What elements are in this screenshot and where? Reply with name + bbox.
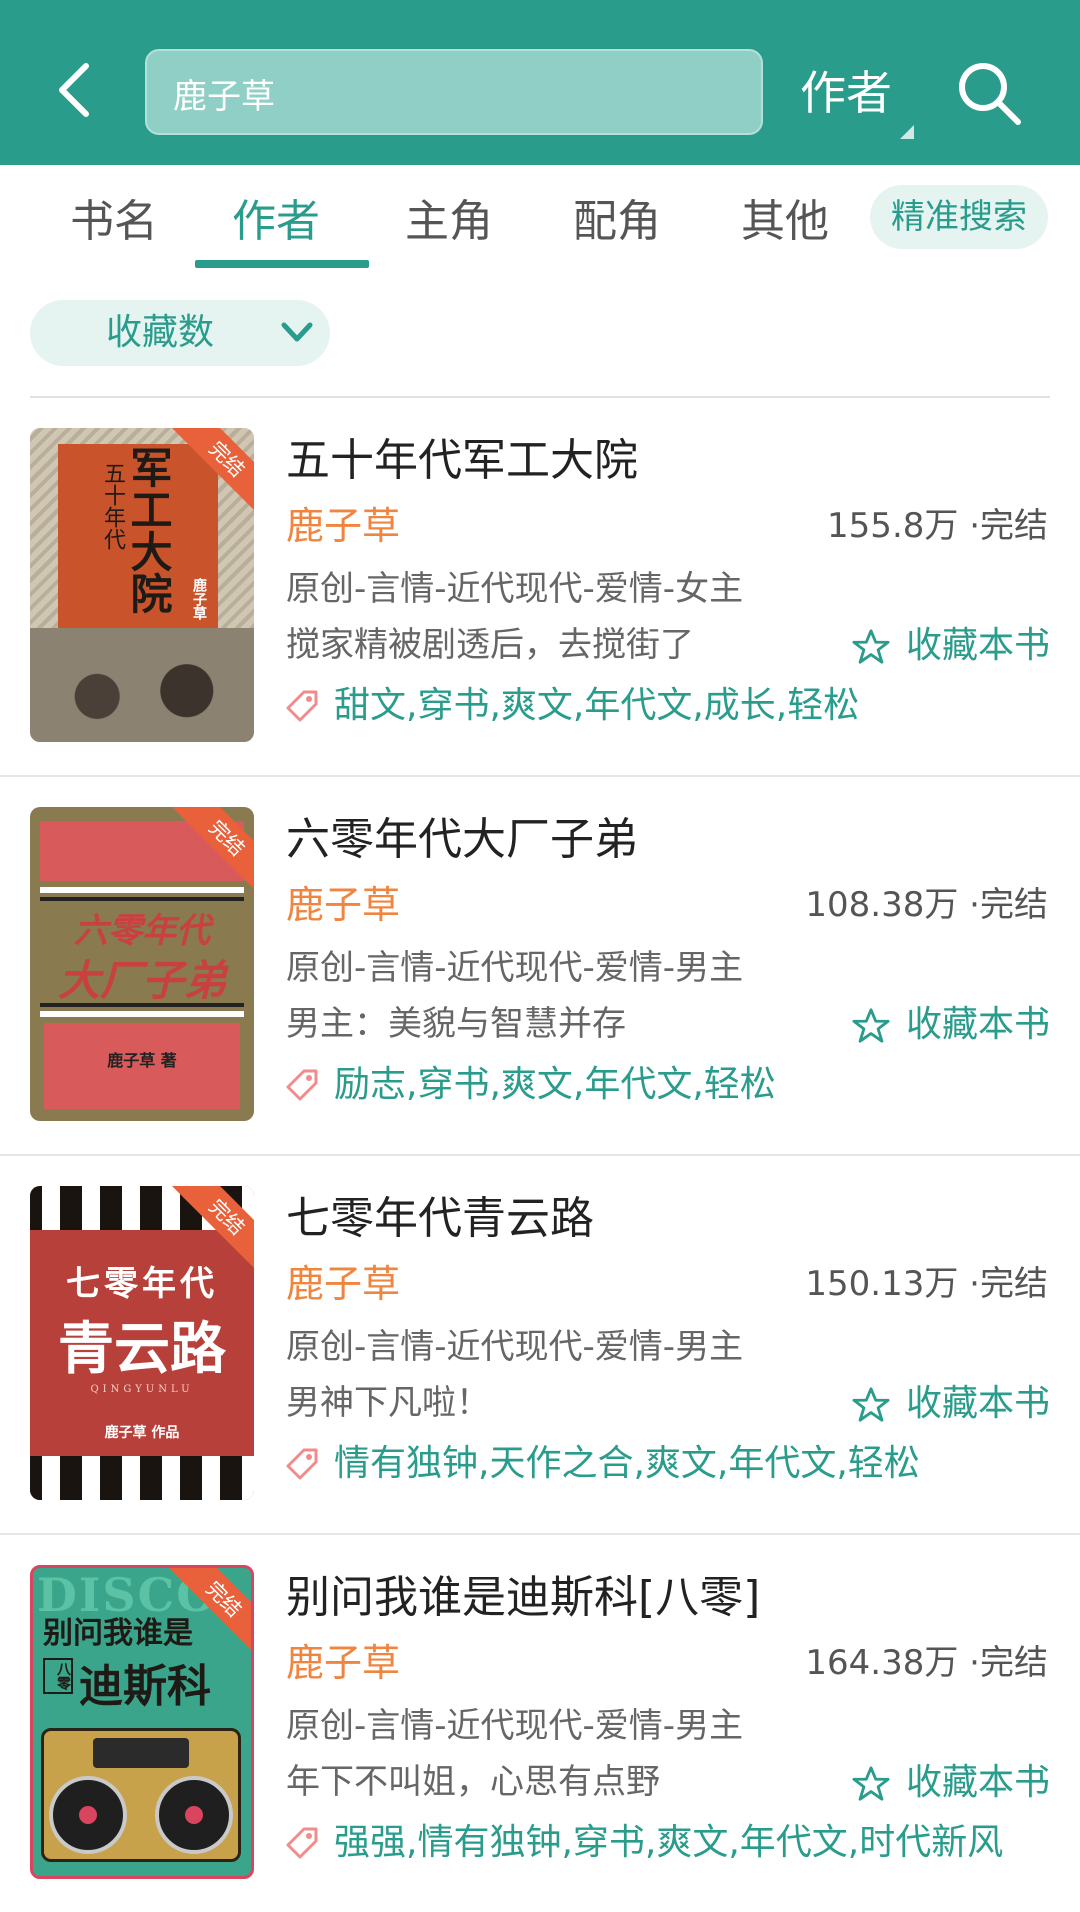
book-cover[interactable]: 七零年代 青云路 QINGYUNLU 鹿子草 作品 完结 (30, 1186, 254, 1500)
book-cover[interactable]: 军工大院 五十年代 鹿子草 完结 (30, 428, 254, 742)
tag-icon (286, 690, 318, 722)
book-stats: 150.13万 ·完结 (805, 1264, 1048, 1304)
book-stats: 108.38万 ·完结 (805, 885, 1048, 925)
cover-subtitle: 五十年代 (100, 462, 125, 550)
book-tags[interactable]: 强强,情有独钟,穿书,爽文,年代文,时代新风 (334, 1815, 1003, 1871)
cover-title-line1: 七零年代 (66, 1264, 218, 1304)
book-item[interactable]: DISCO 别问我谁是 八零 迪斯科 完结 别问我谁是迪斯科[八零] 鹿子草 1… (0, 1533, 1080, 1912)
book-stats: 164.38万 ·完结 (805, 1643, 1048, 1683)
cover-title-line2: 青云路 (58, 1316, 226, 1382)
collect-label: 收藏本书 (906, 1762, 1051, 1803)
search-button[interactable] (954, 58, 1024, 128)
cover-author: 鹿子草 作品 (104, 1425, 180, 1441)
star-icon (852, 1766, 890, 1801)
book-title[interactable]: 别问我谁是迪斯科[八零] (286, 1563, 760, 1633)
search-input[interactable] (171, 51, 745, 135)
back-button[interactable] (46, 60, 106, 120)
book-tags[interactable]: 情有独钟,天作之合,爽文,年代文,轻松 (334, 1436, 920, 1492)
cover-title-line1: 六零年代 (74, 911, 210, 951)
book-description: 男主：美貌与智慧并存 (286, 1004, 626, 1044)
book-category: 原创-言情-近代现代-爱情-男主 (286, 1327, 744, 1367)
book-description: 年下不叫姐，心思有点野 (286, 1762, 660, 1802)
cover-author: 鹿子草 著 (107, 1051, 177, 1070)
book-author[interactable]: 鹿子草 (286, 875, 400, 935)
book-stats: 155.8万 ·完结 (827, 506, 1048, 546)
collect-button[interactable]: 收藏本书 (852, 995, 1052, 1055)
active-tab-indicator (195, 260, 369, 268)
cover-title: 军工大院 (124, 446, 173, 614)
collect-button[interactable]: 收藏本书 (852, 616, 1052, 676)
tab-other[interactable]: 其他 (741, 187, 829, 257)
tab-protagonist[interactable]: 主角 (405, 187, 493, 257)
cover-title-line2: 大厂子弟 (57, 956, 226, 1005)
book-author[interactable]: 鹿子草 (286, 496, 400, 556)
sort-dropdown[interactable]: 收藏数 (30, 300, 330, 366)
chevron-down-icon (281, 322, 313, 342)
book-item[interactable]: 军工大院 五十年代 鹿子草 完结 五十年代军工大院 鹿子草 155.8万 ·完结… (0, 398, 1080, 775)
tab-book-name[interactable]: 书名 (70, 187, 158, 257)
tag-icon (286, 1827, 318, 1859)
book-tags[interactable]: 励志,穿书,爽文,年代文,轻松 (334, 1057, 776, 1113)
book-title[interactable]: 七零年代青云路 (286, 1184, 594, 1254)
book-item[interactable]: 七零年代 青云路 QINGYUNLU 鹿子草 作品 完结 七零年代青云路 鹿子草… (0, 1154, 1080, 1533)
precise-search-button[interactable]: 精准搜索 (870, 185, 1048, 249)
tag-icon (286, 1448, 318, 1480)
book-item[interactable]: 六零年代 大厂子弟 鹿子草 著 完结 六零年代大厂子弟 鹿子草 108.38万 … (0, 775, 1080, 1154)
book-cover[interactable]: DISCO 别问我谁是 八零 迪斯科 完结 (30, 1565, 254, 1879)
dropdown-corner-icon (900, 125, 914, 139)
collect-label: 收藏本书 (906, 1004, 1051, 1045)
book-category: 原创-言情-近代现代-爱情-男主 (286, 1706, 744, 1746)
cover-title-line2: 迪斯科 (79, 1661, 211, 1712)
book-description: 搅家精被剧透后，去搅街了 (286, 625, 694, 665)
book-author[interactable]: 鹿子草 (286, 1633, 400, 1693)
collect-button[interactable]: 收藏本书 (852, 1374, 1052, 1434)
cover-side-text: 八零 (43, 1658, 73, 1694)
cover-author: 鹿子草 (191, 578, 207, 620)
tab-author[interactable]: 作者 (232, 187, 320, 257)
top-bar: 作者 (0, 0, 1080, 165)
tag-icon (286, 1069, 318, 1101)
book-title[interactable]: 五十年代军工大院 (286, 426, 638, 496)
star-icon (852, 629, 890, 664)
book-list: 军工大院 五十年代 鹿子草 完结 五十年代军工大院 鹿子草 155.8万 ·完结… (0, 398, 1080, 1912)
sort-label: 收藏数 (106, 312, 215, 353)
book-cover[interactable]: 六零年代 大厂子弟 鹿子草 著 完结 (30, 807, 254, 1121)
search-icon (959, 63, 1021, 125)
book-description: 男神下凡啦！ (286, 1383, 490, 1423)
search-box[interactable] (145, 49, 763, 135)
star-icon (852, 1387, 890, 1422)
chevron-left-icon (59, 63, 89, 117)
search-type-selector[interactable]: 作者 (800, 58, 892, 128)
cover-pinyin: QINGYUNLU (90, 1384, 194, 1395)
book-tags[interactable]: 甜文,穿书,爽文,年代文,成长,轻松 (334, 678, 859, 734)
tab-supporting-role[interactable]: 配角 (573, 187, 661, 257)
star-icon (852, 1008, 890, 1043)
search-category-tabs: 书名 作者 主角 配角 其他 精准搜索 (0, 165, 1080, 275)
book-author[interactable]: 鹿子草 (286, 1254, 400, 1314)
book-title[interactable]: 六零年代大厂子弟 (286, 805, 638, 875)
book-category: 原创-言情-近代现代-爱情-男主 (286, 948, 744, 988)
book-category: 原创-言情-近代现代-爱情-女主 (286, 569, 744, 609)
collect-label: 收藏本书 (906, 625, 1051, 666)
collect-button[interactable]: 收藏本书 (852, 1753, 1052, 1813)
collect-label: 收藏本书 (906, 1383, 1051, 1424)
cover-title-line1: 别问我谁是 (43, 1616, 193, 1651)
